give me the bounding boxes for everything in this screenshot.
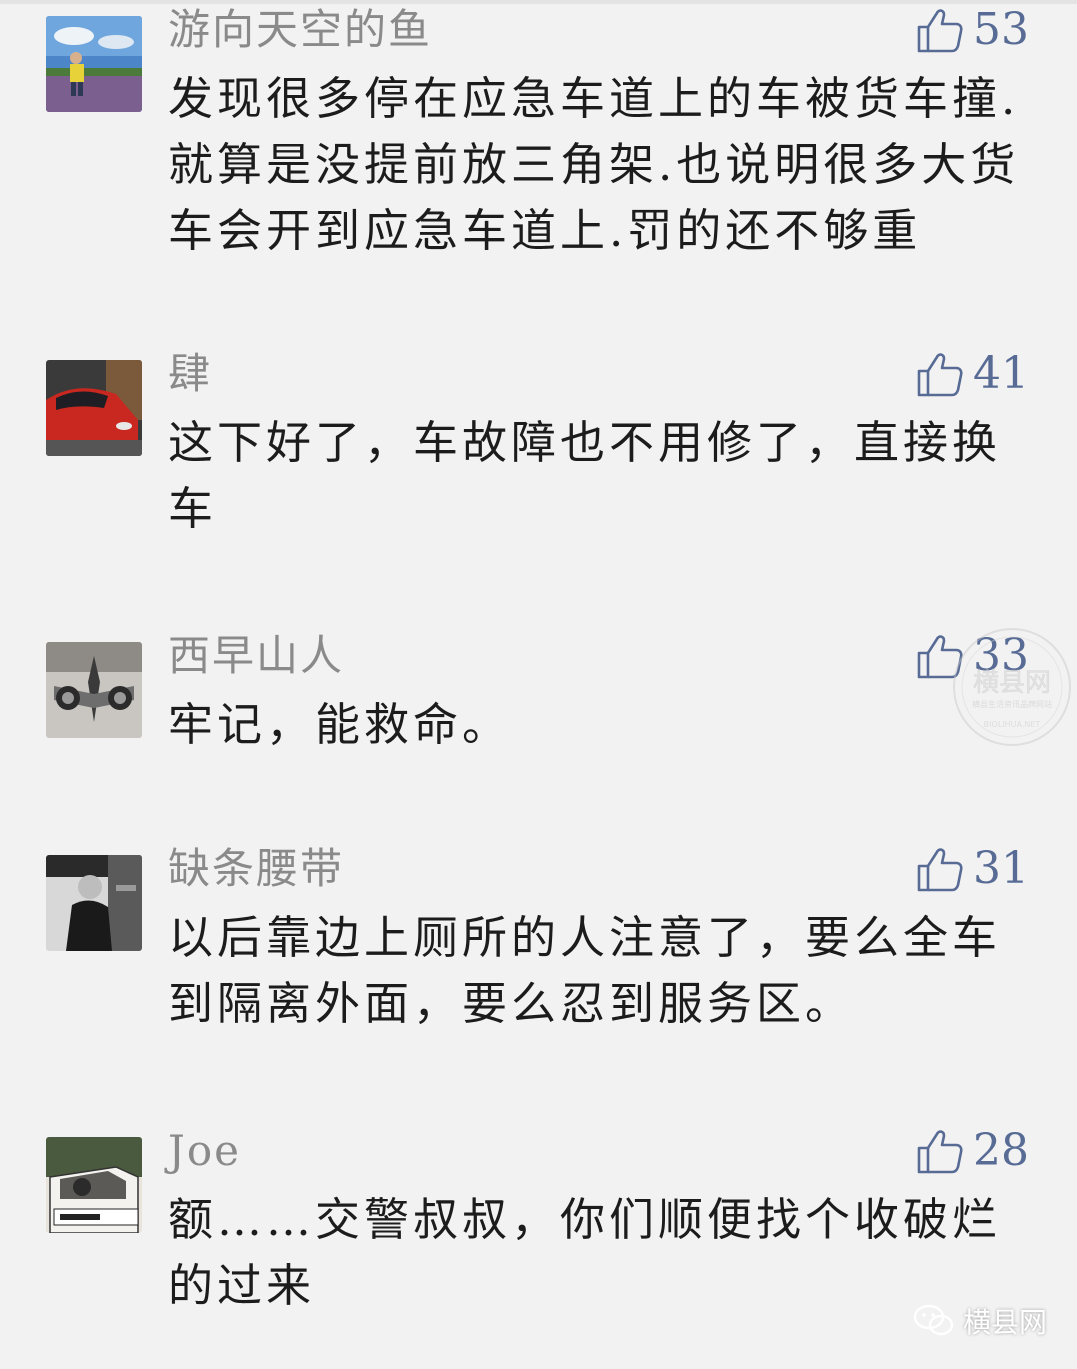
comment-text: 以后靠边上厕所的人注意了，要么全车到隔离外面，要么忍到服务区。 [168, 911, 1002, 1030]
avatar[interactable] [46, 1137, 142, 1233]
comment-text: 发现很多停在应急车道上的车被货车撞.就算是没提前放三角架.也说明很多大货车会开到… [168, 72, 1020, 257]
comment-nickname: 缺条腰带 [168, 844, 345, 893]
svg-text:横县网: 横县网 [973, 668, 1051, 698]
svg-text:BIOLIHUA.NET: BIOLIHUA.NET [984, 720, 1041, 729]
avatar[interactable] [46, 16, 142, 112]
like-button[interactable]: 53 [915, 4, 1029, 56]
like-count: 28 [973, 1125, 1029, 1176]
like-button[interactable]: 41 [915, 348, 1029, 400]
comment-nickname: 西早山人 [168, 631, 345, 680]
like-count: 53 [973, 4, 1029, 55]
red-car-photo-icon [46, 360, 142, 456]
thumbs-up-icon [917, 353, 963, 397]
comment-nickname: Joe [168, 1126, 241, 1175]
person-in-field-photo-icon [46, 16, 142, 112]
avatar[interactable] [46, 642, 142, 738]
wechat-icon [913, 1304, 954, 1336]
brand-watermark: 横县网 [913, 1301, 1047, 1341]
comment-nickname: 游向天空的鱼 [168, 5, 433, 54]
thumbs-up-icon [917, 9, 963, 53]
thumbs-up-icon [917, 1130, 963, 1174]
watermark-seal: 横县网 横县生活资讯品牌网站 BIOLIHUA.NET [950, 625, 1074, 749]
comment-text: 这下好了，车故障也不用修了，直接换车 [168, 416, 1002, 535]
like-count: 41 [973, 348, 1029, 399]
avatar[interactable] [46, 360, 142, 456]
like-count: 31 [973, 843, 1029, 894]
comment-nickname: 肆 [168, 349, 213, 398]
bw-person-photo-icon [46, 855, 142, 951]
like-button[interactable]: 28 [915, 1125, 1029, 1177]
thumbs-up-icon [917, 848, 963, 892]
svg-text:横县生活资讯品牌网站: 横县生活资讯品牌网站 [972, 699, 1052, 709]
comment-text: 牢记，能救命。 [168, 698, 512, 751]
jet-engine-photo-icon [46, 642, 142, 738]
anime-car-photo-icon [46, 1137, 142, 1233]
brand-name: 横县网 [962, 1306, 1047, 1339]
comment-text: 额……交警叔叔，你们顺便找个收破烂的过来 [168, 1193, 1002, 1312]
like-button[interactable]: 31 [915, 843, 1029, 895]
avatar[interactable] [46, 855, 142, 951]
